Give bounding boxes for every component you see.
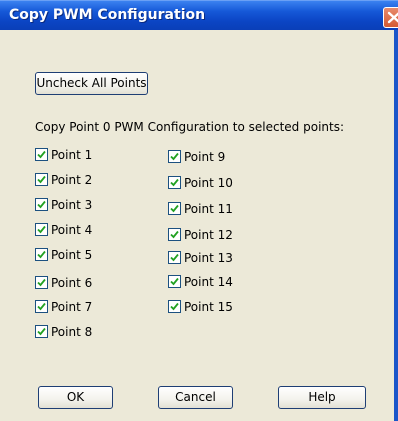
- point-11-label: Point 11: [184, 202, 233, 216]
- point-5-label: Point 5: [51, 248, 93, 262]
- title-bar[interactable]: Copy PWM Configuration: [0, 0, 398, 30]
- instruction-text: Copy Point 0 PWM Configuration to select…: [35, 120, 345, 134]
- point-14-checkbox[interactable]: [168, 275, 181, 288]
- help-label: Help: [308, 390, 336, 404]
- close-button[interactable]: [383, 7, 398, 28]
- point-13-label: Point 13: [184, 251, 233, 265]
- checkmark-icon: [170, 277, 179, 286]
- checkmark-icon: [37, 175, 46, 184]
- checkmark-icon: [170, 230, 179, 239]
- point-5-checkbox[interactable]: [35, 248, 48, 261]
- checkmark-icon: [37, 250, 46, 259]
- point-4-label: Point 4: [51, 223, 93, 237]
- checkmark-icon: [37, 200, 46, 209]
- point-12-checkbox[interactable]: [168, 228, 181, 241]
- point-3-label: Point 3: [51, 198, 93, 212]
- point-11-checkbox[interactable]: [168, 202, 181, 215]
- point-8-checkbox[interactable]: [35, 325, 48, 338]
- point-9-checkbox[interactable]: [168, 150, 181, 163]
- help-button[interactable]: Help: [278, 386, 366, 409]
- point-3-checkbox[interactable]: [35, 198, 48, 211]
- checkmark-icon: [170, 302, 179, 311]
- checkmark-icon: [37, 150, 46, 159]
- point-9-label: Point 9: [184, 150, 226, 164]
- point-1-label: Point 1: [51, 148, 93, 162]
- copy-pwm-dialog: Copy PWM Configuration Uncheck All Point…: [0, 0, 398, 421]
- point-7-label: Point 7: [51, 300, 93, 314]
- checkmark-icon: [170, 178, 179, 187]
- cancel-button[interactable]: Cancel: [158, 386, 233, 409]
- checkmark-icon: [170, 152, 179, 161]
- ok-button[interactable]: OK: [38, 386, 113, 409]
- point-1-checkbox[interactable]: [35, 148, 48, 161]
- point-10-label: Point 10: [184, 176, 233, 190]
- point-15-label: Point 15: [184, 300, 233, 314]
- point-13-checkbox[interactable]: [168, 251, 181, 264]
- point-2-checkbox[interactable]: [35, 173, 48, 186]
- point-14-label: Point 14: [184, 275, 233, 289]
- uncheck-all-button[interactable]: Uncheck All Points: [35, 72, 148, 95]
- checkmark-icon: [37, 302, 46, 311]
- point-10-checkbox[interactable]: [168, 176, 181, 189]
- checkmark-icon: [37, 225, 46, 234]
- point-4-checkbox[interactable]: [35, 223, 48, 236]
- checkmark-icon: [170, 204, 179, 213]
- cancel-label: Cancel: [175, 390, 216, 404]
- point-6-label: Point 6: [51, 276, 93, 290]
- window-title: Copy PWM Configuration: [9, 7, 206, 23]
- checkmark-icon: [170, 253, 179, 262]
- point-12-label: Point 12: [184, 228, 233, 242]
- ok-label: OK: [66, 390, 85, 404]
- point-7-checkbox[interactable]: [35, 300, 48, 313]
- point-8-label: Point 8: [51, 325, 93, 339]
- point-15-checkbox[interactable]: [168, 300, 181, 313]
- point-2-label: Point 2: [51, 173, 93, 187]
- close-icon: [387, 11, 398, 24]
- checkmark-icon: [37, 327, 46, 336]
- window-border: [394, 30, 398, 421]
- point-6-checkbox[interactable]: [35, 276, 48, 289]
- checkmark-icon: [37, 278, 46, 287]
- uncheck-all-label: Uncheck All Points: [36, 76, 147, 90]
